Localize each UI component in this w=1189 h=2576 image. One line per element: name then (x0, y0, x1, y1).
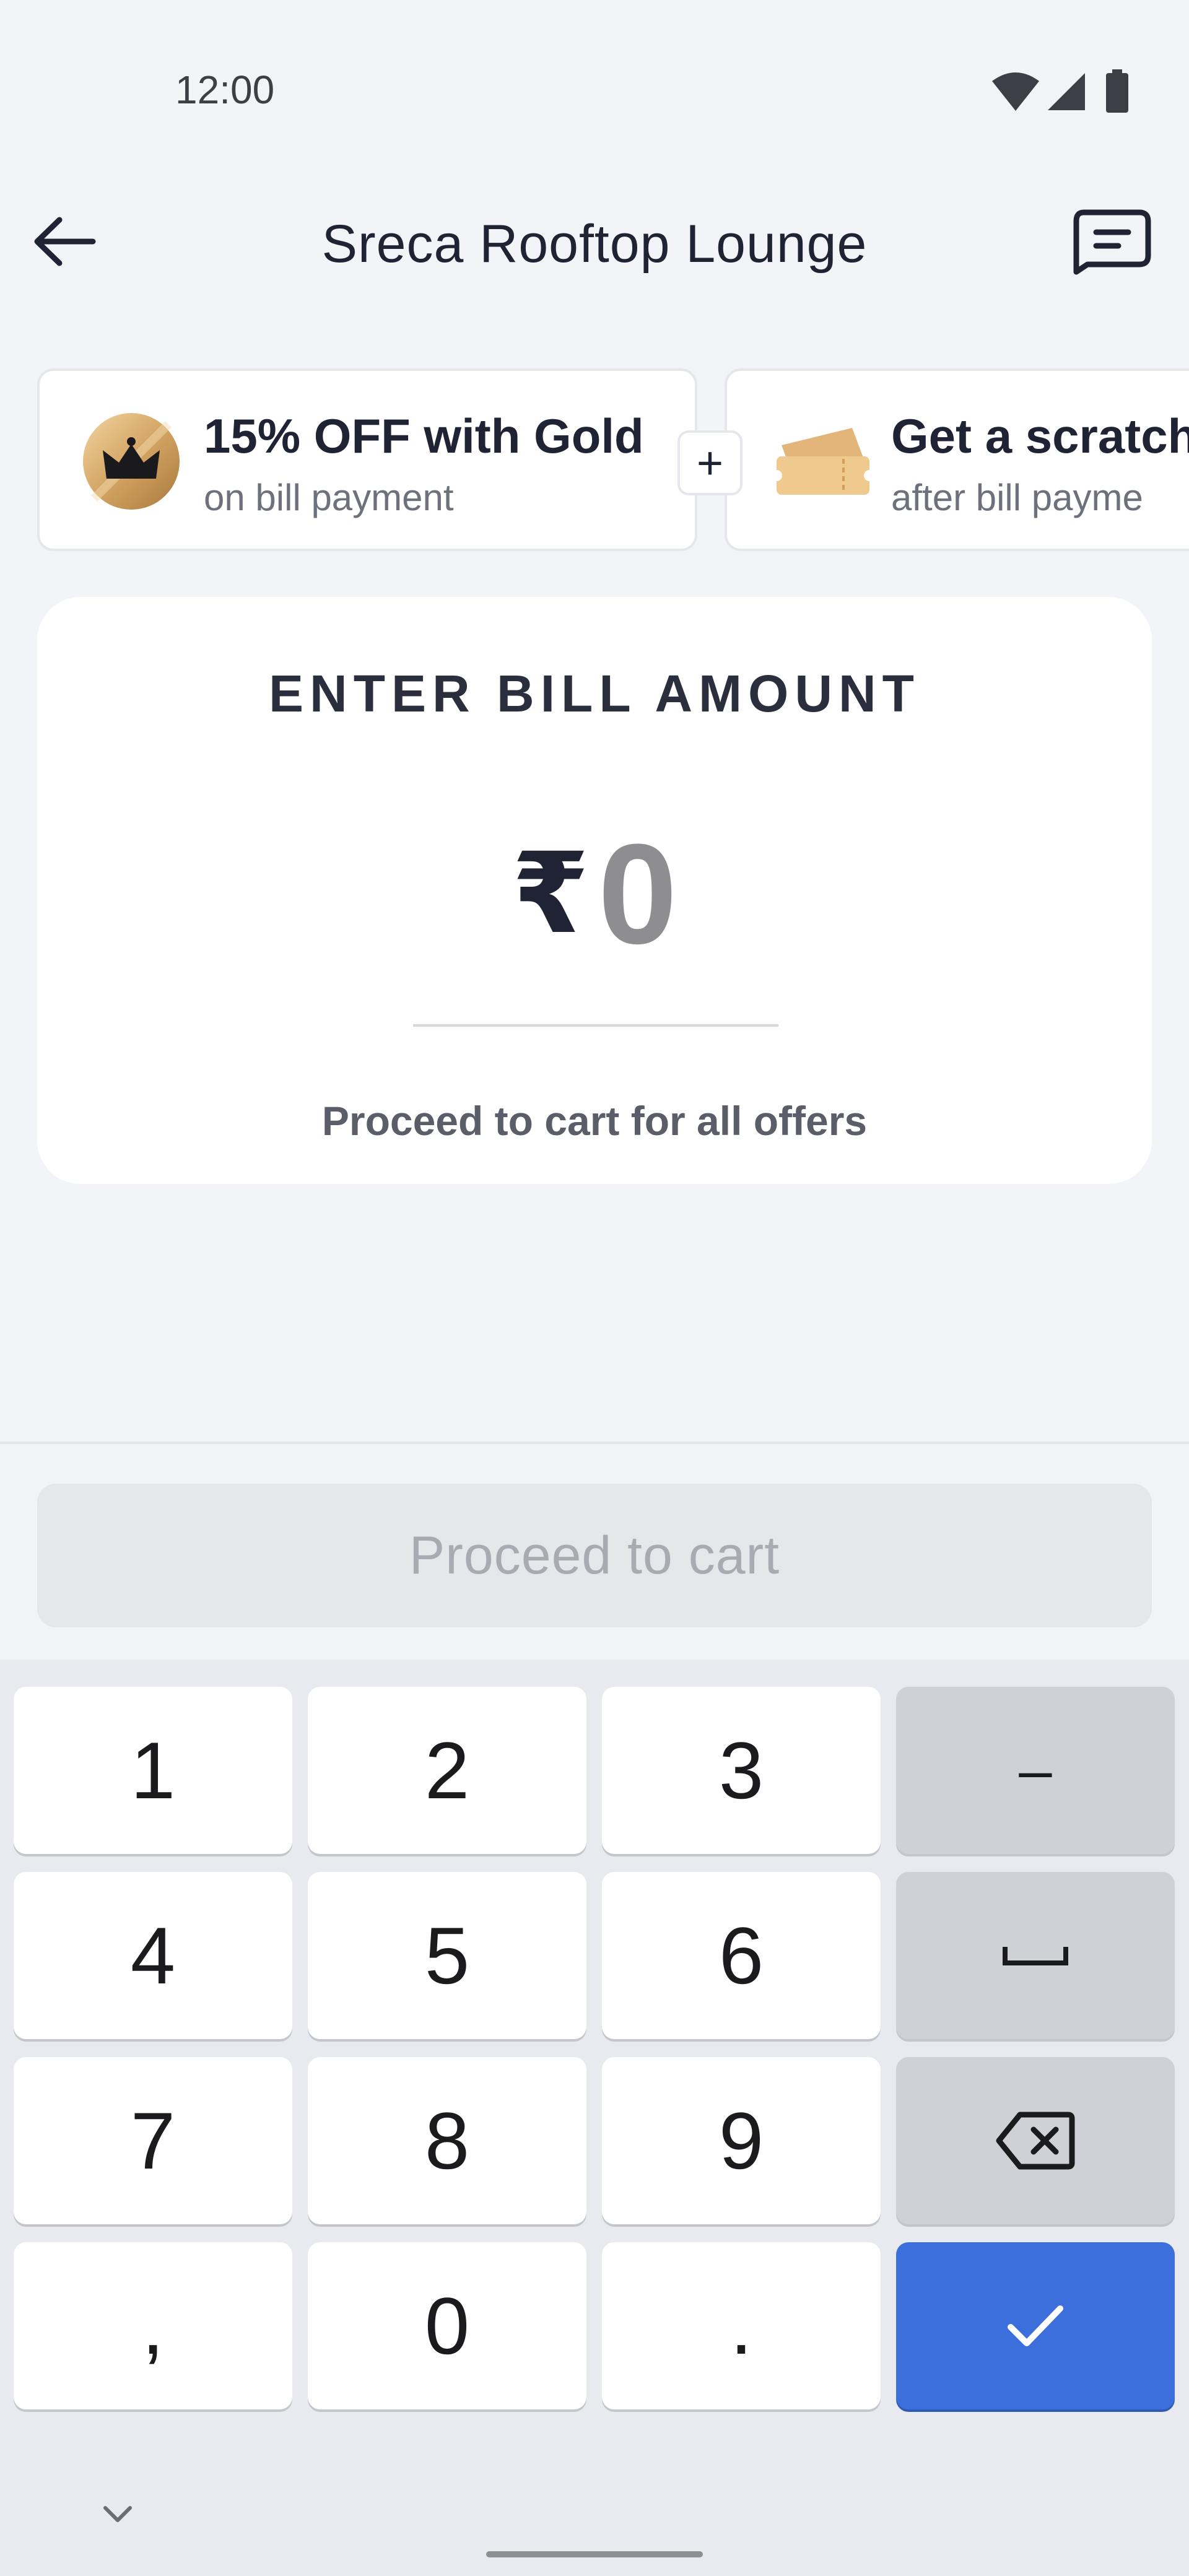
key-5[interactable]: 5 (308, 1872, 586, 2039)
key-8[interactable]: 8 (308, 2057, 586, 2224)
bill-heading: ENTER BILL AMOUNT (269, 664, 920, 723)
status-icons (991, 67, 1139, 116)
wifi-icon (992, 72, 1039, 111)
header: Sreca Rooftop Lounge (0, 149, 1189, 334)
backspace-icon (996, 2112, 1075, 2170)
offer-card-scratch[interactable]: Get a scratch after bill payme (725, 368, 1189, 551)
status-time: 12:00 (175, 67, 275, 112)
key-6[interactable]: 6 (602, 1872, 881, 2039)
cellular-icon (1048, 73, 1085, 110)
key-3[interactable]: 3 (602, 1687, 881, 1854)
page-title: Sreca Rooftop Lounge (321, 214, 868, 274)
numeric-keyboard: 1 2 3 – 4 5 6 7 8 9 , 0 . (0, 1660, 1189, 2576)
offer-card-gold[interactable]: 15% OFF with Gold on bill payment (37, 368, 697, 551)
amount-underline (413, 1024, 778, 1027)
offer-subtitle: on bill payment (204, 477, 454, 518)
key-space[interactable] (896, 1872, 1175, 2039)
key-backspace[interactable] (896, 2057, 1175, 2224)
hide-keyboard-button[interactable] (99, 2496, 136, 2533)
offer-title: Get a scratch (891, 409, 1189, 463)
space-icon (1003, 1947, 1068, 1965)
check-icon (1008, 2305, 1063, 2346)
key-period[interactable]: . (602, 2242, 881, 2409)
offer-plus-badge: + (677, 430, 743, 495)
key-comma[interactable]: , (14, 2242, 292, 2409)
currency-symbol: ₹ (512, 832, 590, 956)
key-1[interactable]: 1 (14, 1687, 292, 1854)
back-button[interactable] (25, 201, 105, 282)
chat-icon (1073, 209, 1151, 275)
offers-carousel[interactable]: 15% OFF with Gold on bill payment + Get … (0, 365, 1189, 564)
key-4[interactable]: 4 (14, 1872, 292, 2039)
bill-amount-card: ENTER BILL AMOUNT ₹ 0 Proceed to cart fo… (37, 597, 1152, 1184)
key-9[interactable]: 9 (602, 2057, 881, 2224)
gold-crown-icon (83, 413, 180, 510)
cta-bar: Proceed to cart (0, 1442, 1189, 1660)
proceed-to-cart-button[interactable]: Proceed to cart (37, 1484, 1152, 1627)
offers-note: Proceed to cart for all offers (321, 1098, 868, 1144)
amount-input[interactable]: ₹ 0 (37, 820, 1152, 968)
chevron-down-icon (103, 2506, 132, 2522)
status-bar: 12:00 (0, 0, 1189, 149)
key-done[interactable] (896, 2242, 1175, 2409)
key-dash[interactable]: – (896, 1687, 1175, 1854)
key-0[interactable]: 0 (308, 2242, 586, 2409)
amount-value: 0 (598, 814, 677, 973)
battery-icon (1106, 69, 1128, 113)
offer-subtitle: after bill payme (891, 477, 1143, 518)
arrow-left-icon (34, 217, 96, 266)
ticket-icon (771, 428, 875, 495)
chat-button[interactable] (1065, 198, 1158, 285)
offer-title: 15% OFF with Gold (204, 409, 644, 463)
navigation-handle[interactable] (486, 2551, 703, 2557)
key-2[interactable]: 2 (308, 1687, 586, 1854)
key-7[interactable]: 7 (14, 2057, 292, 2224)
